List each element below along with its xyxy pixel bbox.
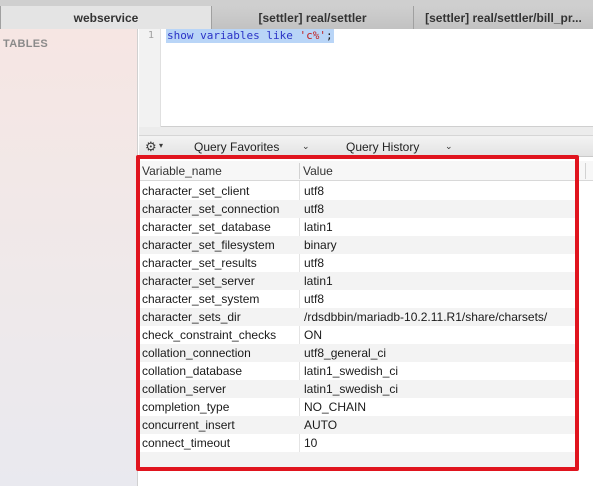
cell-variable-name: concurrent_insert (142, 418, 235, 432)
cell-variable-name: character_set_results (142, 256, 257, 270)
keyword: show (167, 29, 194, 42)
cell-value: latin1 (304, 274, 333, 288)
table-row[interactable]: collation_database latin1_swedish_ci (139, 362, 579, 380)
chevron-down-icon[interactable]: ▾ (159, 141, 163, 150)
table-row[interactable]: collation_connection utf8_general_ci (139, 344, 579, 362)
query-history-button[interactable]: Query History (346, 140, 419, 154)
cell-value: utf8_general_ci (304, 346, 387, 360)
cell-variable-name: collation_connection (142, 346, 251, 360)
split-divider[interactable] (139, 127, 593, 136)
tab-webservice[interactable]: webservice (0, 6, 211, 29)
cell-value: /rdsdbbin/mariadb-10.2.11.R1/share/chars… (304, 310, 548, 324)
table-row[interactable]: character_set_connection utf8 (139, 200, 579, 218)
table-header: Variable_name Value (139, 161, 593, 181)
tab-bar: webservice [settler] real/settler [settl… (0, 0, 593, 29)
query-toolbar: ⚙ ▾ Query Favorites ⌄ Query History ⌄ (139, 136, 593, 157)
table-row[interactable]: character_set_filesystem binary (139, 236, 579, 254)
line-number: 1 (147, 30, 154, 41)
column-divider[interactable] (299, 163, 300, 179)
tab-settler-bill[interactable]: [settler] real/settler/bill_pr... (413, 6, 593, 29)
cell-variable-name: check_constraint_checks (142, 328, 277, 342)
table-row[interactable]: character_set_system utf8 (139, 290, 579, 308)
cell-value: utf8 (304, 292, 325, 306)
cell-variable-name: character_set_database (142, 220, 271, 234)
tab-label: webservice (73, 10, 139, 25)
table-row[interactable]: completion_type NO_CHAIN (139, 398, 579, 416)
sidebar-tables-header: TABLES (3, 38, 48, 50)
table-row[interactable]: character_set_database latin1 (139, 218, 579, 236)
semicolon: ; (325, 29, 333, 42)
column-header-variable-name[interactable]: Variable_name (142, 164, 222, 178)
tab-label: [settler] real/settler (258, 10, 367, 25)
table-row[interactable]: collation_server latin1_swedish_ci (139, 380, 579, 398)
chevron-down-icon[interactable]: ⌄ (302, 141, 310, 152)
keyword: variables (200, 29, 260, 42)
query-editor[interactable]: 1 show variables like 'c%'; (139, 29, 593, 127)
table-row[interactable]: connect_timeout 10 (139, 434, 579, 452)
cell-value: binary (304, 238, 337, 252)
cell-variable-name: collation_database (142, 364, 243, 378)
table-row[interactable]: character_set_results utf8 (139, 254, 579, 272)
cell-value: latin1 (304, 220, 333, 234)
chevron-down-icon[interactable]: ⌄ (445, 141, 453, 152)
results-table: Variable_name Value character_set_client… (139, 157, 593, 486)
table-row-empty (139, 452, 579, 470)
sidebar: TABLES (0, 29, 138, 486)
keyword: like (266, 29, 293, 42)
cell-value: latin1_swedish_ci (304, 364, 399, 378)
column-divider[interactable] (585, 163, 586, 179)
cell-value: ON (304, 328, 322, 342)
cell-value: utf8 (304, 184, 325, 198)
cell-value: utf8 (304, 256, 325, 270)
cell-value: utf8 (304, 202, 325, 216)
table-row[interactable]: concurrent_insert AUTO (139, 416, 579, 434)
cell-variable-name: character_set_server (142, 274, 255, 288)
cell-variable-name: collation_server (142, 382, 227, 396)
query-favorites-button[interactable]: Query Favorites (194, 140, 279, 154)
gear-icon[interactable]: ⚙ (145, 139, 157, 155)
table-row[interactable]: character_sets_dir/rdsdbbin/mariadb-10.2… (139, 308, 579, 326)
table-row[interactable]: check_constraint_checks ON (139, 326, 579, 344)
table-row[interactable]: character_set_client utf8 (139, 182, 579, 200)
cell-value: AUTO (304, 418, 338, 432)
column-header-value[interactable]: Value (303, 164, 333, 178)
cell-variable-name: character_set_connection (142, 202, 280, 216)
query-text[interactable]: show variables like 'c%'; (166, 29, 334, 43)
cell-variable-name: completion_type (142, 400, 230, 414)
line-gutter: 1 (139, 29, 161, 127)
string-literal: 'c%' (299, 29, 326, 42)
cell-variable-name: character_sets_dir (142, 310, 241, 324)
cell-variable-name: character_set_filesystem (142, 238, 275, 252)
tab-settler[interactable]: [settler] real/settler (211, 6, 413, 29)
cell-variable-name: connect_timeout (142, 436, 231, 450)
cell-variable-name: character_set_client (142, 184, 250, 198)
tab-label: [settler] real/settler/bill_pr... (425, 10, 582, 25)
cell-value: 10 (304, 436, 318, 450)
table-row[interactable]: character_set_server latin1 (139, 272, 579, 290)
cell-value: latin1_swedish_ci (304, 382, 399, 396)
cell-value: NO_CHAIN (304, 400, 367, 414)
cell-variable-name: character_set_system (142, 292, 260, 306)
